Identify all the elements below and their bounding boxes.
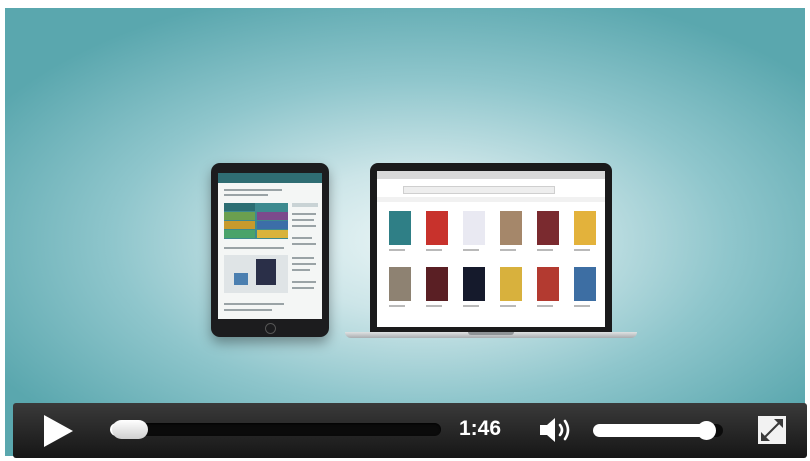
current-time: 1:46 (459, 417, 502, 440)
video-player: 1:46 (0, 0, 810, 461)
laptop-device (370, 163, 612, 333)
seek-handle[interactable] (112, 420, 148, 439)
volume-level (593, 424, 707, 437)
volume-slider[interactable] (593, 421, 723, 440)
fullscreen-icon (758, 416, 786, 444)
seek-bar[interactable] (110, 420, 441, 439)
speaker-icon (540, 418, 570, 442)
play-icon (44, 415, 73, 447)
video-frame[interactable] (5, 8, 805, 456)
laptop-screen (377, 171, 605, 327)
mute-button[interactable] (539, 416, 575, 444)
volume-handle[interactable] (697, 421, 716, 440)
fullscreen-button[interactable] (757, 415, 787, 445)
laptop-notch (468, 332, 514, 335)
home-button-icon (265, 323, 276, 334)
control-bar: 1:46 (13, 403, 807, 458)
play-button[interactable] (42, 414, 74, 448)
seek-track (110, 423, 441, 436)
tablet-screen (218, 173, 322, 319)
tablet-device (211, 163, 329, 337)
